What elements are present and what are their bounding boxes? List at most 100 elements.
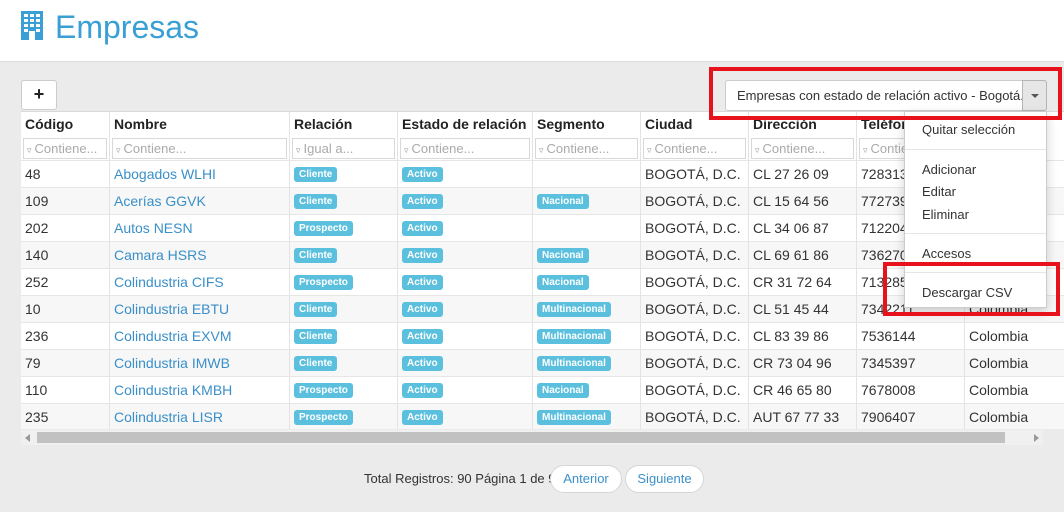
- filter-cell: ▿ Contiene...: [110, 137, 290, 160]
- company-name-link[interactable]: Acerías GGVK: [114, 193, 206, 209]
- column-filter-input[interactable]: ▿ Contiene...: [643, 138, 746, 159]
- cell-direccion: CL 83 39 86: [749, 323, 857, 350]
- company-name-link[interactable]: Colindustria IMWB: [114, 355, 230, 371]
- scroll-right-icon[interactable]: [1034, 434, 1039, 442]
- cell-telefono: 7536144: [857, 323, 965, 350]
- cell-relacion: Prospecto: [290, 269, 398, 296]
- menu-item-add[interactable]: Adicionar: [922, 161, 976, 179]
- column-header[interactable]: Relación: [290, 112, 398, 139]
- cell-segmento: Nacional: [533, 188, 641, 215]
- previous-page-button[interactable]: Anterior: [550, 465, 622, 493]
- cell-ciudad: BOGOTÁ, D.C.: [641, 161, 749, 188]
- cell-codigo: 252: [21, 269, 110, 296]
- company-name-link[interactable]: Abogados WLHI: [114, 166, 216, 182]
- cell-codigo: 235: [21, 404, 110, 429]
- cell-codigo: 202: [21, 215, 110, 242]
- status-badge: Activo: [402, 220, 443, 236]
- column-filter-input[interactable]: ▿ Contiene...: [751, 138, 854, 159]
- column-filter-input[interactable]: ▿ Contiene...: [23, 138, 107, 159]
- column-header[interactable]: Estado de relación: [398, 112, 533, 139]
- menu-item-access[interactable]: Accesos: [922, 245, 971, 263]
- cell-segmento: Multinacional: [533, 323, 641, 350]
- column-filter-input[interactable]: ▿ Contiene...: [400, 138, 530, 159]
- filter-funnel-icon[interactable]: ▿: [755, 145, 760, 155]
- column-filter-input[interactable]: ▿ Igual a...: [292, 138, 395, 159]
- scrollbar-thumb[interactable]: [37, 432, 1005, 443]
- pagination-summary: Total Registros: 90 Página 1 de 9: [364, 471, 556, 486]
- column-header[interactable]: Nombre: [110, 112, 290, 139]
- company-name-link[interactable]: Colindustria KMBH: [114, 382, 232, 398]
- cell-estado: Activo: [398, 296, 533, 323]
- cell-estado: Activo: [398, 269, 533, 296]
- cell-estado: Activo: [398, 161, 533, 188]
- filter-funnel-icon[interactable]: ▿: [647, 145, 652, 155]
- filter-funnel-icon[interactable]: ▿: [116, 145, 121, 155]
- add-button[interactable]: +: [21, 80, 57, 110]
- column-header[interactable]: Código: [21, 112, 110, 139]
- cell-segmento: Nacional: [533, 242, 641, 269]
- column-filter-input[interactable]: ▿ Contiene...: [112, 138, 287, 159]
- relation-badge: Cliente: [294, 301, 338, 317]
- table-row[interactable]: 236 Colindustria EXVM Cliente Activo Multina…: [21, 322, 1064, 350]
- cell-codigo: 236: [21, 323, 110, 350]
- cell-relacion: Cliente: [290, 296, 398, 323]
- status-badge: Activo: [402, 382, 443, 398]
- cell-ciudad: BOGOTÁ, D.C.: [641, 296, 749, 323]
- scroll-left-icon[interactable]: [25, 434, 30, 442]
- cell-telefono: 7906407: [857, 404, 965, 429]
- status-badge: Activo: [402, 301, 443, 317]
- cell-nombre: Colindustria KMBH: [110, 377, 290, 404]
- filter-funnel-icon[interactable]: ▿: [404, 145, 409, 155]
- menu-item-edit[interactable]: Editar: [922, 183, 956, 201]
- cell-estado: Activo: [398, 350, 533, 377]
- table-row[interactable]: 235 Colindustria LISR Prospecto Activo Multi…: [21, 403, 1064, 429]
- relation-badge: Cliente: [294, 247, 338, 263]
- cell-pais: Colombia: [965, 323, 1064, 350]
- cell-segmento: Multinacional: [533, 350, 641, 377]
- relation-badge: Cliente: [294, 355, 338, 371]
- segment-badge: Multinacional: [537, 355, 611, 371]
- cell-segmento: Multinacional: [533, 404, 641, 429]
- menu-item-clear-selection[interactable]: Quitar selección: [922, 121, 1015, 139]
- table-row[interactable]: 110 Colindustria KMBH Prospecto Activo Nacio…: [21, 376, 1064, 404]
- cell-codigo: 110: [21, 377, 110, 404]
- filter-funnel-icon[interactable]: ▿: [27, 145, 32, 155]
- next-page-button[interactable]: Siguiente: [625, 465, 704, 493]
- company-name-link[interactable]: Autos NESN: [114, 220, 193, 236]
- company-name-link[interactable]: Colindustria EBTU: [114, 301, 229, 317]
- relation-badge: Cliente: [294, 166, 338, 182]
- cell-direccion: CR 31 72 64: [749, 269, 857, 296]
- relation-badge: Cliente: [294, 328, 338, 344]
- status-badge: Activo: [402, 247, 443, 263]
- status-badge: Activo: [402, 166, 443, 182]
- column-filter-input[interactable]: ▿ Contiene...: [535, 138, 638, 159]
- horizontal-scrollbar[interactable]: [21, 430, 1043, 445]
- cell-direccion: CL 27 26 09: [749, 161, 857, 188]
- cell-nombre: Autos NESN: [110, 215, 290, 242]
- cell-direccion: CL 15 64 56: [749, 188, 857, 215]
- filter-placeholder: Contiene...: [411, 141, 475, 156]
- status-badge: Activo: [402, 193, 443, 209]
- company-name-link[interactable]: Colindustria LISR: [114, 409, 223, 425]
- cell-segmento: Nacional: [533, 269, 641, 296]
- cell-direccion: CL 34 06 87: [749, 215, 857, 242]
- table-row[interactable]: 79 Colindustria IMWB Cliente Activo Multinac…: [21, 349, 1064, 377]
- filter-funnel-icon[interactable]: ▿: [863, 145, 868, 155]
- cell-nombre: Colindustria CIFS: [110, 269, 290, 296]
- company-name-link[interactable]: Camara HSRS: [114, 247, 207, 263]
- cell-nombre: Colindustria LISR: [110, 404, 290, 429]
- segment-badge: Multinacional: [537, 328, 611, 344]
- cell-ciudad: BOGOTÁ, D.C.: [641, 323, 749, 350]
- company-name-link[interactable]: Colindustria EXVM: [114, 328, 232, 344]
- filter-funnel-icon[interactable]: ▿: [539, 145, 544, 155]
- page-header: Empresas: [0, 0, 1064, 62]
- cell-direccion: CL 51 45 44: [749, 296, 857, 323]
- column-header[interactable]: Segmento: [533, 112, 641, 139]
- segment-badge: Multinacional: [537, 409, 611, 425]
- company-name-link[interactable]: Colindustria CIFS: [114, 274, 224, 290]
- filter-funnel-icon[interactable]: ▿: [296, 145, 301, 155]
- menu-item-delete[interactable]: Eliminar: [922, 206, 969, 224]
- cell-relacion: Prospecto: [290, 377, 398, 404]
- filter-cell: ▿ Contiene...: [398, 137, 533, 160]
- highlight-box-csv: [883, 262, 1060, 316]
